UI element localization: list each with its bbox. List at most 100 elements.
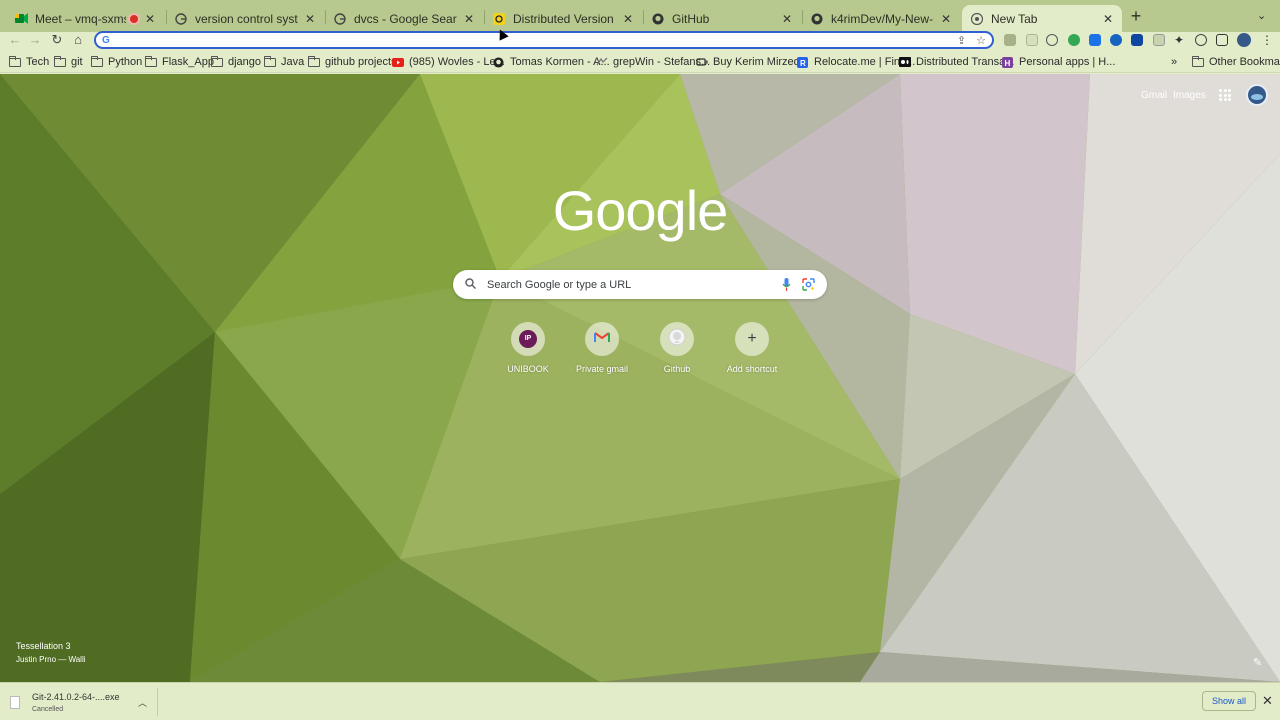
menu-kebab-icon[interactable]: ⋮: [1261, 34, 1273, 46]
folder-icon: [1191, 55, 1204, 67]
shortcut-unibook[interactable]: IP UNIBOOK: [491, 322, 565, 374]
side-panel-icon[interactable]: [1216, 34, 1228, 46]
shortcut-private-gmail[interactable]: Private gmail: [565, 322, 639, 374]
tab-version-control[interactable]: version control system - Google Search ✕: [166, 5, 324, 32]
extension-icon[interactable]: [1068, 34, 1080, 46]
tab-title: k4rimDev/My-New-Project: [831, 11, 934, 26]
bookmark-folder-flask[interactable]: Flask_App: [144, 55, 214, 68]
chrome-icon: [970, 12, 984, 26]
download-status: Cancelled: [32, 705, 64, 713]
other-bookmarks-label: Other Bookmarks: [1209, 56, 1280, 68]
omnibox-input[interactable]: [114, 33, 957, 47]
close-tab-icon[interactable]: ✕: [622, 12, 634, 26]
bookmark-distributed-transa[interactable]: Distributed Transa...: [898, 56, 1014, 68]
new-tab-page: Gmail Images Google Search Google or typ…: [0, 74, 1280, 682]
extension-icon[interactable]: [1131, 34, 1143, 46]
tab-title: version control system - Google Search: [195, 11, 298, 26]
bookmark-tomas-kormen[interactable]: Tomas Kormen - A...: [492, 56, 610, 68]
coffee-icon: [695, 57, 708, 68]
tab-dvcs[interactable]: dvcs - Google Search ✕: [325, 5, 483, 32]
bookmark-grepwin[interactable]: grepWin - Stefans...: [595, 56, 710, 68]
tab-search-chevron-icon[interactable]: ⌄: [1257, 9, 1266, 22]
tab-meet[interactable]: Meet – vmq-sxms-hsn ✕: [6, 5, 164, 32]
share-icon[interactable]: ⇪: [957, 34, 966, 47]
google-logo: Google: [552, 179, 729, 242]
shortcut-label: Add shortcut: [726, 364, 778, 374]
microphone-icon[interactable]: [779, 278, 793, 292]
close-tab-icon[interactable]: ✕: [781, 12, 793, 26]
close-tab-icon[interactable]: ✕: [304, 12, 316, 26]
bookmark-folder-python[interactable]: Python: [90, 55, 142, 68]
folder-icon: [8, 55, 21, 67]
bookmarks-bar: Tech git Python Flask_App django Java gi…: [0, 54, 1280, 73]
bookmark-folder-django[interactable]: django: [210, 55, 261, 68]
google-g-icon: G: [102, 34, 110, 46]
images-link[interactable]: Images: [1173, 90, 1206, 101]
google-lens-icon[interactable]: [801, 278, 815, 292]
bookmark-label: github projects: [325, 56, 397, 68]
search-placeholder[interactable]: Search Google or type a URL: [487, 279, 771, 291]
search-icon: [465, 277, 479, 292]
show-all-button[interactable]: Show all: [1202, 691, 1256, 711]
tab-github[interactable]: GitHub ✕: [643, 5, 801, 32]
rss-icon[interactable]: [1153, 34, 1165, 46]
home-button[interactable]: ⌂: [70, 32, 86, 48]
extension-icon[interactable]: [1046, 34, 1058, 46]
h-icon: H: [1001, 56, 1014, 68]
github-icon: [668, 328, 686, 351]
shortcut-label: Private gmail: [575, 364, 629, 374]
gmail-link[interactable]: Gmail: [1141, 90, 1167, 101]
close-icon[interactable]: ✕: [1262, 693, 1273, 709]
plus-icon: +: [747, 330, 757, 347]
account-avatar[interactable]: [1246, 84, 1268, 106]
close-tab-icon[interactable]: ✕: [463, 12, 475, 26]
tab-new-tab[interactable]: New Tab ✕: [962, 5, 1122, 32]
shortcut-add[interactable]: + Add shortcut: [715, 322, 789, 374]
tab-strip: Meet – vmq-sxms-hsn ✕ version control sy…: [0, 0, 1280, 32]
sync-icon[interactable]: [1195, 34, 1207, 46]
folder-icon: [210, 55, 223, 67]
tab-my-new-project[interactable]: k4rimDev/My-New-Project ✕: [802, 5, 960, 32]
google-apps-icon[interactable]: [1219, 89, 1231, 101]
github-icon: [651, 12, 665, 26]
tessellation-background-image: [0, 74, 1280, 682]
bookmark-personal-apps[interactable]: H Personal apps | H...: [1001, 56, 1115, 68]
medium-icon: [898, 57, 911, 68]
forward-button[interactable]: →: [27, 32, 43, 48]
customize-pencil-icon[interactable]: ✎: [1253, 656, 1262, 669]
new-tab-button[interactable]: +: [1127, 7, 1145, 26]
ntp-search-box[interactable]: Search Google or type a URL: [453, 270, 827, 299]
profile-avatar-icon[interactable]: [1237, 33, 1251, 47]
extension-icon[interactable]: [1110, 34, 1122, 46]
close-tab-icon[interactable]: ✕: [144, 12, 156, 26]
folder-icon: [53, 55, 66, 67]
background-attribution[interactable]: Tessellation 3 Justin Prno — Walli: [16, 641, 86, 664]
bookmark-label: Distributed Transa...: [916, 56, 1015, 68]
folder-icon: [144, 55, 157, 67]
bookmarks-overflow-button[interactable]: »: [1171, 56, 1177, 68]
extension-icon[interactable]: [1004, 34, 1016, 46]
back-button[interactable]: ←: [7, 32, 23, 48]
shortcut-github[interactable]: Github: [640, 322, 714, 374]
tab-distributed-vcs[interactable]: Distributed Version Control Sys... ✕: [484, 5, 642, 32]
address-bar[interactable]: G ⇪ ☆: [94, 31, 994, 49]
download-item[interactable]: Git-2.41.0.2-64-....exe Cancelled ︿: [10, 688, 158, 716]
bookmark-folder-git[interactable]: git: [53, 55, 83, 68]
chevron-up-icon[interactable]: ︿: [138, 696, 147, 709]
extension-icon[interactable]: [1089, 34, 1101, 46]
bookmark-folder-github-projects[interactable]: github projects: [307, 55, 397, 68]
reload-button[interactable]: ↻: [49, 32, 65, 48]
close-tab-icon[interactable]: ✕: [940, 12, 952, 26]
shortcut-label: UNIBOOK: [507, 364, 549, 374]
extension-icon[interactable]: [1026, 34, 1038, 46]
extensions-puzzle-icon[interactable]: ✦: [1174, 34, 1186, 46]
other-bookmarks-folder[interactable]: Other Bookmarks: [1191, 55, 1280, 68]
bookmark-youtube[interactable]: (985) Wovles - Le...: [391, 56, 505, 68]
bookmark-buy-coffee[interactable]: Buy Kerim Mirzeq...: [695, 56, 809, 68]
bookmark-folder-java[interactable]: Java: [263, 55, 304, 68]
download-filename: Git-2.41.0.2-64-....exe: [32, 691, 120, 702]
bookmark-star-icon[interactable]: ☆: [976, 34, 986, 47]
close-tab-icon[interactable]: ✕: [1102, 12, 1114, 26]
bookmark-folder-tech[interactable]: Tech: [8, 55, 49, 68]
unibook-favicon-icon: IP: [519, 330, 537, 348]
